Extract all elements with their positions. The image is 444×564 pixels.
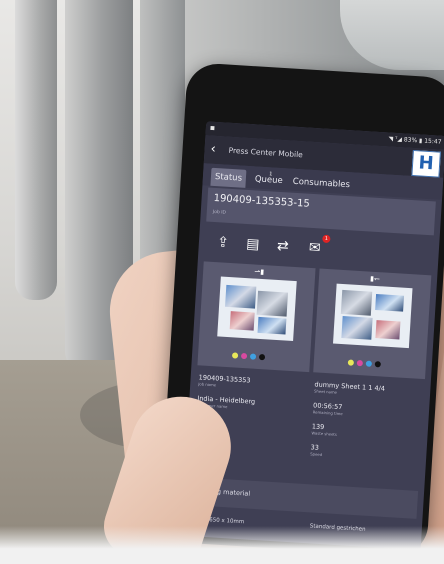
sheet-preview-front[interactable]: ⇀▮ — [197, 261, 316, 373]
color-dot-black — [374, 361, 381, 368]
document-glyph: ▤ — [245, 236, 260, 253]
thumbnail-image — [341, 316, 373, 340]
logo-letter: H — [417, 152, 435, 175]
photo-scene: ◼ ◥ ᵀ◢ 83% ▮ 15:47 ‹ Press Center Mobile… — [0, 0, 444, 564]
swap-icon[interactable]: ⇄ — [272, 236, 293, 257]
tab-consumables[interactable]: Consumables — [288, 172, 354, 194]
sheet-thumbnail — [217, 276, 297, 342]
thumbnail-image — [256, 290, 289, 317]
sheet-preview-back[interactable]: ▮↽ — [313, 268, 432, 380]
thumbnail-image — [225, 284, 257, 309]
sheet-side-icon: ▮↽ — [369, 274, 381, 284]
color-dots — [231, 343, 276, 361]
sheet-thumbnail — [332, 283, 413, 349]
job-details-right: dummy Sheet 1 1 4/4 Sheet name 00:56:57 … — [310, 380, 427, 471]
sheet-side-icon: ⇀▮ — [254, 267, 265, 277]
document-icon[interactable]: ▤ — [242, 234, 263, 255]
app-title: Press Center Mobile — [228, 145, 304, 160]
press-pillar-left — [15, 0, 57, 300]
message-badge: 1 — [322, 234, 331, 244]
job-id-caption: Job ID — [212, 209, 227, 216]
back-arrow-icon[interactable]: ‹ — [210, 142, 223, 158]
color-dot-cyan — [249, 353, 257, 360]
message-glyph: ✉ — [308, 239, 322, 257]
job-id: 190409-135353-15 — [213, 192, 311, 210]
swap-glyph: ⇄ — [276, 237, 290, 255]
color-dot-cyan — [365, 360, 373, 367]
status-indicators: ◥ ᵀ◢ 83% ▮ 15:47 — [388, 135, 442, 146]
color-dot-yellow — [347, 359, 355, 366]
message-icon[interactable]: ✉ 1 — [304, 234, 331, 259]
color-dots — [347, 350, 392, 368]
thumbnail-image — [229, 311, 255, 331]
color-dot-yellow — [231, 352, 239, 359]
color-dot-magenta — [356, 359, 364, 367]
thumbnail-image — [375, 320, 401, 340]
heidelberg-logo: H — [411, 149, 441, 178]
notification-icon: ◼ — [209, 124, 216, 132]
thumbnail-image — [375, 294, 405, 312]
thumbnail-image — [340, 289, 373, 316]
share-icon[interactable]: ⇪ — [212, 232, 233, 253]
tab-status[interactable]: Status — [210, 167, 247, 188]
share-glyph: ⇪ — [216, 234, 230, 251]
color-dot-magenta — [240, 352, 248, 360]
photo-frame-bottom — [0, 526, 444, 564]
thumbnail-image — [257, 316, 287, 335]
tab-queue[interactable]: Queue 1 — [250, 170, 287, 190]
color-dot-black — [258, 353, 266, 361]
